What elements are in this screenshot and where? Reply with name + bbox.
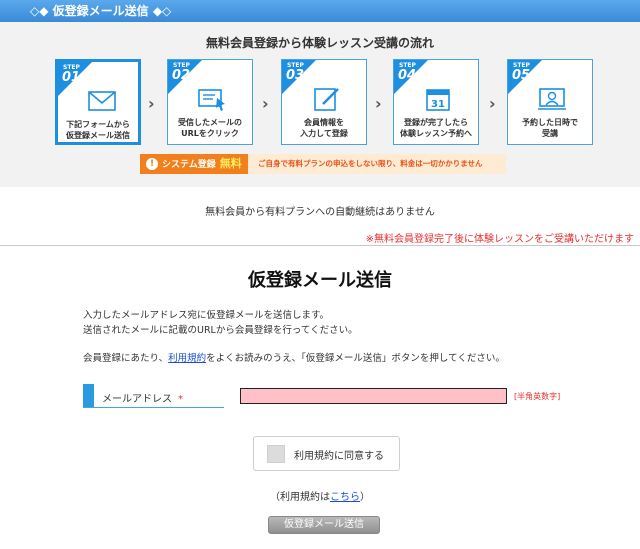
auto-renewal-note: 無料会員から有料プランへの自動継続はありません	[205, 207, 435, 218]
step-number: 03	[286, 68, 305, 83]
chevron-right-icon: ›	[148, 94, 155, 113]
intro-text: 入力したメールアドレス宛に仮登録メールを送信します。 送信されたメールに記載のU…	[83, 310, 358, 336]
step-5: STEP 05 予約した日時で 受講	[507, 59, 593, 145]
mail-icon	[88, 91, 116, 111]
terms-line: （利用規約はこちら）	[270, 492, 370, 503]
step-2: STEP 02 受信したメールの URLをクリック	[167, 59, 253, 145]
system-note-banner: ! システム登録 無料 ご自身で有料プランの申込をしない限り、料金は一切かかりませ…	[140, 154, 506, 174]
video-lesson-icon	[538, 88, 566, 110]
svg-text:31: 31	[431, 99, 445, 110]
system-note-text: ご自身で有料プランの申込をしない限り、料金は一切かかりません	[258, 159, 483, 168]
flow-title: 無料会員登録から体験レッスン受講の流れ	[205, 36, 434, 50]
agree-terms-button[interactable]: 利用規約に同意する	[253, 436, 400, 471]
step-text: 下記フォームから 仮登録メール送信	[66, 120, 130, 140]
calendar-icon: 31	[426, 89, 450, 111]
email-input[interactable]	[240, 388, 507, 404]
header-bar: ◇◆ 仮登録メール送信 ◆◇	[0, 0, 640, 22]
flow-panel: 無料会員登録から体験レッスン受講の流れ STEP 01 下記フォームから 仮登録メ…	[0, 22, 640, 187]
step-text: 予約した日時で 受講	[522, 118, 578, 138]
step-3: STEP 03 会員情報を 入力して登録	[281, 59, 367, 145]
step-number: 02	[172, 68, 191, 83]
email-label: メールアドレス *	[83, 384, 224, 408]
edit-icon	[314, 88, 339, 111]
required-mark: *	[178, 394, 183, 405]
divider	[0, 245, 640, 246]
terms-link[interactable]: 利用規約	[168, 353, 206, 364]
warning-icon: !	[146, 158, 158, 170]
header-title: ◇◆ 仮登録メール送信 ◆◇	[30, 4, 172, 18]
step-text: 登録が完了したら 体験レッスン予約へ	[400, 118, 472, 138]
consent-text: 会員登録にあたり、利用規約をよくお読みのうえ、「仮登録メール送信」ボタンを押して…	[83, 353, 505, 364]
step-number: 01	[62, 70, 81, 85]
step-text: 会員情報を 入力して登録	[300, 118, 348, 138]
agree-checkbox[interactable]	[267, 445, 285, 463]
system-note-tag: ! システム登録 無料	[140, 154, 248, 174]
agree-label: 利用規約に同意する	[294, 451, 384, 462]
email-hint: [半角英数字]	[514, 392, 561, 401]
step-4: STEP 04 31 登録が完了したら 体験レッスン予約へ	[393, 59, 479, 145]
step-1: STEP 01 下記フォームから 仮登録メール送信	[55, 59, 141, 145]
step-text: 受信したメールの URLをクリック	[178, 118, 242, 138]
terms-here-link[interactable]: こちら	[330, 492, 360, 503]
click-mail-icon	[198, 89, 225, 111]
submit-button[interactable]: 仮登録メール送信	[268, 516, 380, 534]
lesson-note: ※無料会員登録完了後に体験レッスンをご受講いただけます	[365, 234, 634, 245]
chevron-right-icon: ›	[375, 94, 382, 113]
chevron-right-icon: ›	[489, 94, 496, 113]
chevron-right-icon: ›	[262, 94, 269, 113]
step-number: 04	[398, 68, 417, 83]
step-number: 05	[512, 68, 531, 83]
page-title: 仮登録メール送信	[248, 270, 392, 291]
